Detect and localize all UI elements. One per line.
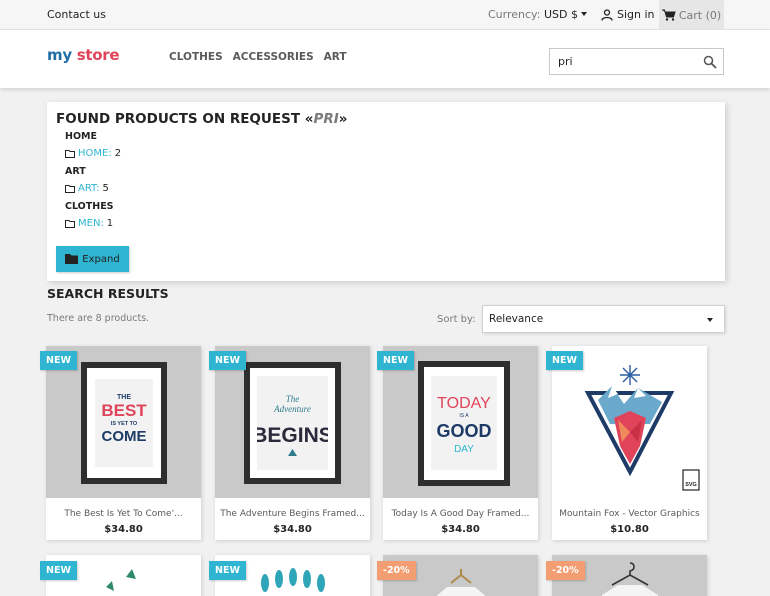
currency-selector[interactable]: Currency: USD $ — [488, 8, 587, 21]
search-icon[interactable] — [703, 55, 717, 69]
svg-text:COME: COME — [102, 428, 147, 445]
top-nav-bar: Contact us Currency: USD $ Sign in Cart … — [0, 0, 770, 30]
category-link-label: MEN: — [78, 218, 104, 229]
category-count: 2 — [114, 148, 122, 159]
sort-label: Sort by: — [437, 314, 476, 325]
cart-icon — [661, 9, 676, 21]
category-link-label: ART: — [78, 183, 100, 194]
svg-text:Adventure: Adventure — [273, 404, 311, 414]
sign-in-link[interactable]: Sign in — [601, 8, 655, 21]
chevron-down-icon — [580, 12, 587, 16]
svg-text:IS A: IS A — [459, 413, 469, 419]
category-heading-clothes: CLOTHES — [65, 201, 114, 212]
user-icon — [601, 8, 613, 21]
discount-badge: -20% — [546, 561, 585, 580]
product-name[interactable]: Today Is A Good Day Framed... — [383, 509, 538, 519]
product-price: $34.80 — [104, 524, 143, 535]
svg-text:TODAY: TODAY — [437, 395, 491, 412]
product-count: There are 8 products. — [47, 313, 150, 324]
svg-text:IS YET TO: IS YET TO — [111, 421, 138, 427]
product-name[interactable]: Mountain Fox - Vector Graphics — [552, 509, 707, 519]
category-count: 5 — [102, 183, 109, 194]
product-price: $10.80 — [610, 524, 649, 535]
product-card[interactable]: SVG Mountain Fox - Vector Graphics $10.8… — [552, 346, 707, 540]
request-title-prefix: FOUND PRODUCTS ON REQUEST « — [56, 111, 314, 127]
new-badge: NEW — [40, 561, 77, 580]
svg-text:DAY: DAY — [454, 444, 474, 455]
folder-icon — [65, 219, 75, 228]
category-count: 1 — [106, 218, 114, 229]
new-badge: NEW — [377, 351, 414, 370]
poster-art: The Adventure BEGINS — [252, 376, 333, 470]
product-price: $34.80 — [273, 524, 312, 535]
category-link-art[interactable]: ART: 5 — [65, 183, 109, 194]
contact-us-link[interactable]: Contact us — [47, 8, 106, 21]
currency-value: USD $ — [543, 8, 578, 21]
menu-item-accessories[interactable]: ACCESSORIES — [233, 51, 314, 63]
category-link-men[interactable]: MEN: 1 — [65, 218, 113, 229]
logo-text-b: store — [76, 46, 120, 64]
cart-button[interactable]: Cart (0) — [659, 0, 724, 30]
new-badge: NEW — [546, 351, 583, 370]
folder-icon — [65, 184, 75, 193]
category-link-label: HOME: — [78, 148, 112, 159]
request-title: FOUND PRODUCTS ON REQUEST «PRI» — [56, 111, 348, 127]
search-results-title: SEARCH RESULTS — [47, 286, 169, 301]
product-card[interactable]: TODAY IS A GOOD DAY Today Is A Good Day … — [383, 346, 538, 540]
cart-label: Cart (0) — [678, 8, 722, 22]
product-name[interactable]: The Best Is Yet To Come'... — [46, 509, 201, 519]
product-card[interactable]: THE BEST IS YET TO COME The Best Is Yet … — [46, 346, 201, 540]
site-header: my store CLOTHES ACCESSORIES ART pri — [0, 30, 770, 88]
search-request-panel: FOUND PRODUCTS ON REQUEST «PRI» HOME HOM… — [47, 102, 725, 281]
poster-art: THE BEST IS YET TO COME — [95, 379, 153, 467]
product-price: $34.80 — [441, 524, 480, 535]
sign-in-label: Sign in — [617, 8, 655, 21]
search-input[interactable]: pri — [549, 48, 724, 75]
expand-button[interactable]: Expand — [56, 246, 129, 272]
folder-icon — [65, 254, 79, 264]
main-menu: CLOTHES ACCESSORIES ART — [169, 51, 347, 63]
poster-art: TODAY IS A GOOD DAY — [431, 376, 497, 470]
svg-text:The: The — [286, 394, 300, 404]
category-heading-art: ART — [65, 166, 86, 177]
store-logo[interactable]: my store — [47, 46, 120, 64]
product-name[interactable]: The Adventure Begins Framed... — [215, 509, 370, 519]
sort-select[interactable]: Relevance — [482, 305, 725, 333]
request-query: PRI — [313, 111, 339, 127]
search-query: pri — [558, 55, 573, 68]
logo-text-a: my — [47, 46, 77, 64]
sort-value: Relevance — [489, 313, 544, 325]
svg-text:THE: THE — [117, 394, 131, 401]
discount-badge: -20% — [377, 561, 416, 580]
svg-text:BEST: BEST — [101, 401, 147, 420]
category-heading-home: HOME — [65, 131, 97, 142]
request-title-suffix: » — [338, 111, 348, 127]
folder-icon — [65, 149, 75, 158]
menu-item-clothes[interactable]: CLOTHES — [169, 51, 223, 63]
menu-item-art[interactable]: ART — [324, 51, 347, 63]
svg-text:GOOD: GOOD — [436, 421, 491, 441]
currency-label: Currency: — [488, 8, 541, 21]
new-badge: NEW — [209, 351, 246, 370]
new-badge: NEW — [209, 561, 246, 580]
svg-file-badge: SVG — [685, 482, 697, 488]
new-badge: NEW — [40, 351, 77, 370]
category-link-home[interactable]: HOME: 2 — [65, 148, 121, 159]
chevron-down-icon — [707, 318, 713, 322]
product-card[interactable]: The Adventure BEGINS The Adventure Begin… — [215, 346, 370, 540]
svg-text:BEGINS: BEGINS — [257, 424, 328, 447]
expand-label: Expand — [82, 253, 120, 265]
